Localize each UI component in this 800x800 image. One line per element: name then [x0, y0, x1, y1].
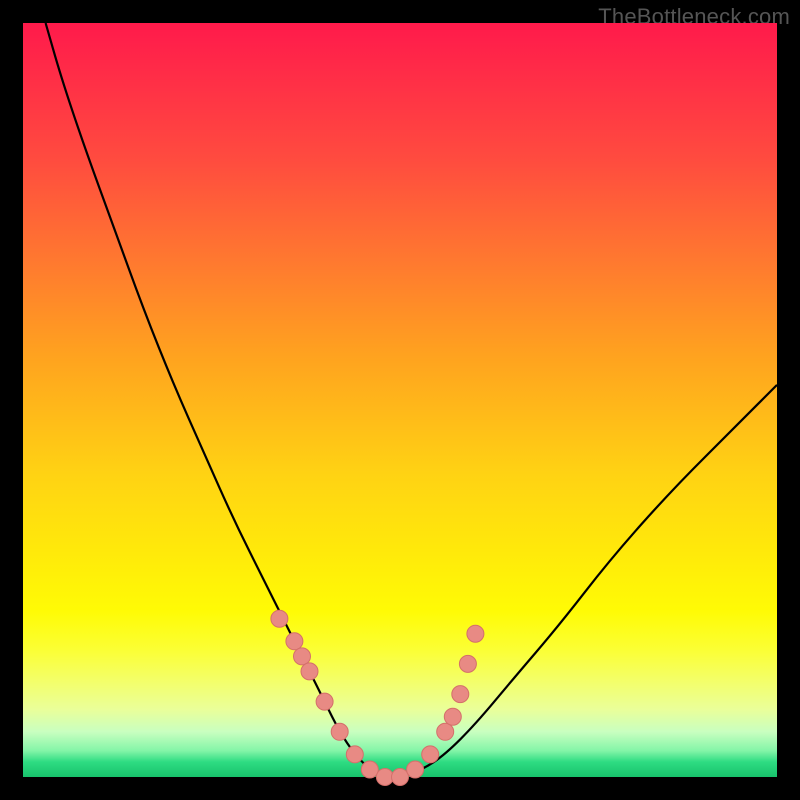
- highlight-dot: [459, 655, 476, 672]
- highlight-dot: [346, 746, 363, 763]
- highlight-dot: [437, 723, 454, 740]
- highlight-dot: [392, 769, 409, 786]
- curve-svg: [23, 23, 777, 777]
- chart-frame: TheBottleneck.com: [0, 0, 800, 800]
- highlight-dot: [444, 708, 461, 725]
- highlight-dot: [467, 625, 484, 642]
- highlight-dot: [407, 761, 424, 778]
- bottleneck-curve: [46, 23, 777, 777]
- plot-area: [23, 23, 777, 777]
- highlight-dot: [301, 663, 318, 680]
- highlight-dot: [316, 693, 333, 710]
- highlight-dot: [376, 769, 393, 786]
- highlight-dot: [294, 648, 311, 665]
- highlight-dot: [452, 686, 469, 703]
- highlight-dot: [361, 761, 378, 778]
- highlight-dot: [331, 723, 348, 740]
- highlight-dots: [271, 610, 484, 785]
- highlight-dot: [422, 746, 439, 763]
- highlight-dot: [271, 610, 288, 627]
- highlight-dot: [286, 633, 303, 650]
